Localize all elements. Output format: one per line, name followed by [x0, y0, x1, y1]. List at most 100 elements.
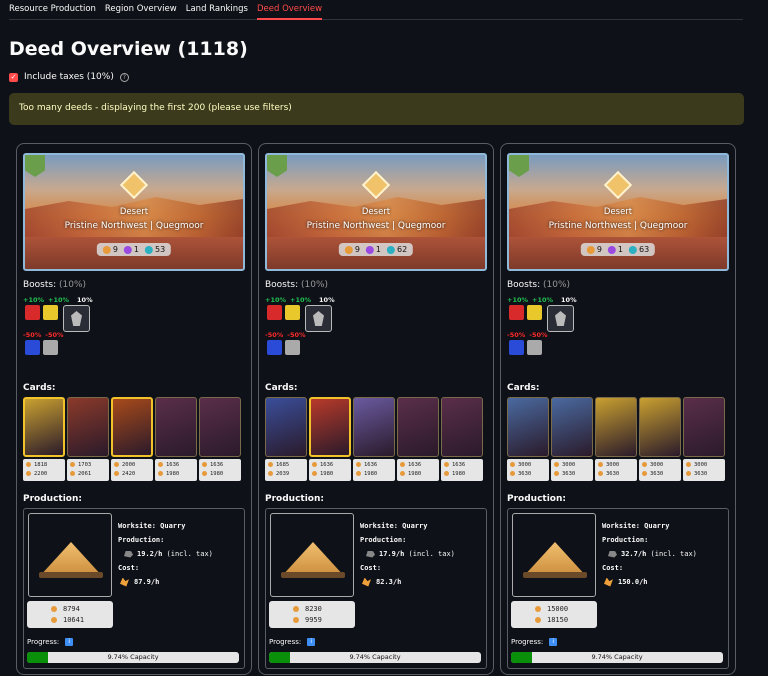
card[interactable]: 2000 2420 [111, 397, 153, 481]
boost-row-positive: +10% +10% 10% [507, 296, 577, 304]
include-taxes-row[interactable]: ✓ Include taxes (10%) ? [9, 72, 129, 82]
deed-type: Desert [603, 207, 633, 217]
card[interactable]: 1636 1980 [397, 397, 439, 481]
card-art [265, 397, 307, 457]
card[interactable]: 1818 2200 [23, 397, 65, 481]
boosts-pct: (10%) [301, 280, 329, 290]
card[interactable]: 1703 2061 [67, 397, 109, 481]
worksite-info: Worksite: Quarry Production: 32.7/h (inc… [602, 519, 697, 589]
card[interactable]: 3000 3630 [595, 397, 637, 481]
info-icon[interactable]: i [65, 638, 74, 646]
rarity-badge-icon [509, 155, 529, 177]
rarity-badge-icon [25, 155, 45, 177]
card-stats: 3000 3630 [639, 459, 681, 481]
boost-row-positive: +10% +10% 10% [23, 296, 93, 304]
tab-deed-overview[interactable]: Deed Overview [256, 0, 323, 20]
production-panel: 8794 10641 Worksite: Quarry Production: … [23, 508, 245, 669]
coin-icon [642, 471, 647, 476]
card[interactable]: 1636 1980 [309, 397, 351, 481]
coin-icon [444, 462, 449, 467]
coin-icon [51, 617, 57, 623]
card-stat-base: 1636 [408, 462, 422, 468]
coin-icon [293, 617, 299, 623]
worksite-name: Quarry [644, 522, 670, 530]
worksite-stat-boosted: 10641 [63, 616, 85, 624]
card-stats: 1703 2061 [67, 459, 109, 481]
boosts-heading: Boosts: (10%) [265, 280, 328, 290]
worksite-stat-boosted: 9959 [305, 616, 322, 624]
card-stats: 1818 2200 [23, 459, 65, 481]
production-label: Production: [23, 494, 82, 504]
boosts-pct: (10%) [543, 280, 571, 290]
deed-stats: 9 1 62 [338, 243, 414, 256]
cost-rate: 82.3/h [376, 578, 402, 586]
stat-value: 53 [155, 245, 166, 254]
coin-icon [293, 606, 299, 612]
desert-icon [119, 170, 149, 200]
coin-icon [114, 462, 119, 467]
card-stats: 3000 3630 [595, 459, 637, 481]
totem-icon [63, 305, 90, 332]
boost-value: +10% [290, 296, 312, 304]
tab-region-overview[interactable]: Region Overview [105, 0, 177, 20]
stat-value: 1 [375, 245, 381, 254]
boosts-label: Boosts: [265, 280, 299, 290]
card[interactable]: 1636 1980 [353, 397, 395, 481]
card-art [639, 397, 681, 457]
coin-icon [51, 606, 57, 612]
neutral-element-icon [285, 340, 300, 355]
card[interactable]: 3000 3630 [639, 397, 681, 481]
tab-resource-production[interactable]: Resource Production [9, 0, 96, 20]
boost-value: 10% [561, 296, 577, 304]
card-stat-boosted: 1980 [364, 471, 378, 477]
stat-value: 1 [133, 245, 139, 254]
production-label: Production: [265, 494, 324, 504]
production-sublabel: Production: [602, 536, 649, 544]
rarity-badge-icon [267, 155, 287, 177]
coin-icon [686, 462, 691, 467]
coin-icon [158, 462, 163, 467]
deed-region: Pristine Northwest | Quegmoor [306, 221, 446, 231]
deed-stats: 9 1 63 [580, 243, 656, 256]
stat-value: 9 [112, 245, 118, 254]
card-stat-boosted: 1980 [408, 471, 422, 477]
info-icon[interactable]: i [549, 638, 558, 646]
cards-heading: Cards: [23, 383, 56, 393]
progress-bar: 9.74% Capacity [269, 652, 481, 663]
cards-row: 3000 3630 3000 3630 3000 3630 3000 3630 [507, 397, 725, 481]
card[interactable]: 3000 3630 [551, 397, 593, 481]
card[interactable]: 1636 1980 [441, 397, 483, 481]
card-stat-base: 1818 [34, 462, 48, 468]
card-stat-base: 1636 [210, 462, 224, 468]
tab-land-rankings[interactable]: Land Rankings [186, 0, 248, 20]
info-icon[interactable]: i [307, 638, 316, 646]
deed-region: Pristine Northwest | Quegmoor [64, 221, 204, 231]
card[interactable]: 3000 3630 [507, 397, 549, 481]
worksite-label: Worksite: [602, 522, 640, 530]
coin-icon [356, 471, 361, 476]
production-rate: 19.2/h [137, 550, 163, 558]
card[interactable]: 3000 3630 [683, 397, 725, 481]
card-stat-base: 2000 [122, 462, 136, 468]
water-element-icon [509, 340, 524, 355]
worksite-stat-base: 8230 [305, 605, 322, 613]
card-art [595, 397, 637, 457]
include-taxes-checkbox[interactable]: ✓ [9, 72, 18, 82]
fire-element-icon [509, 305, 524, 320]
boosts-label: Boosts: [507, 280, 541, 290]
help-icon[interactable]: ? [119, 72, 129, 82]
stat-value: 9 [354, 245, 360, 254]
card[interactable]: 1636 1980 [155, 397, 197, 481]
cards-row: 1685 2039 1636 1980 1636 1980 1636 1980 [265, 397, 483, 481]
boost-value: -50% [45, 331, 64, 339]
production-heading: Production: [23, 494, 82, 504]
fire-icon [344, 245, 353, 254]
boost-value: -50% [265, 331, 284, 339]
boost-value: -50% [23, 331, 42, 339]
desert-icon [603, 170, 633, 200]
cost-rate: 87.9/h [134, 578, 160, 586]
totem-icon [547, 305, 574, 332]
worksite-stats: 15000 18150 [511, 601, 597, 628]
card[interactable]: 1636 1980 [199, 397, 241, 481]
card[interactable]: 1685 2039 [265, 397, 307, 481]
